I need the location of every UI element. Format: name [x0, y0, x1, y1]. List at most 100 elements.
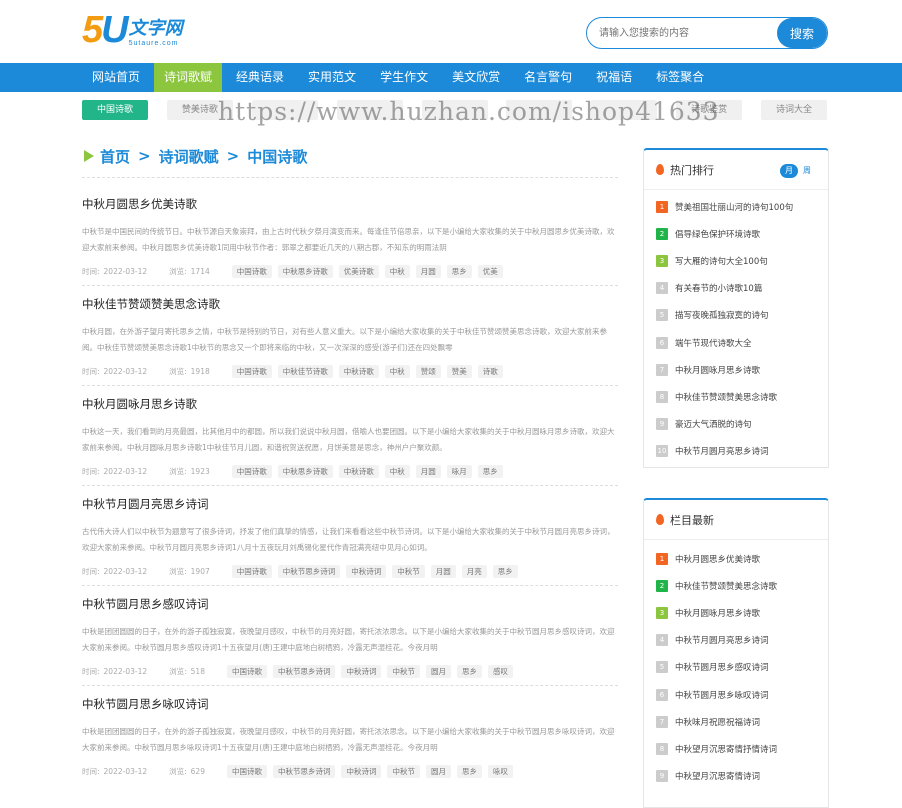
article-tag[interactable]: 中秋节思乡诗词: [272, 664, 336, 678]
article-title[interactable]: 中秋节圆月思乡咏叹诗词: [82, 696, 618, 712]
rank-list-item[interactable]: 6 端午节现代诗歌大全: [656, 329, 828, 356]
article-title[interactable]: 中秋月圆咏月思乡诗歌: [82, 396, 618, 412]
rank-list-item[interactable]: 9 豪迈大气洒脱的诗句: [656, 411, 828, 438]
article-tag[interactable]: 中秋节: [387, 664, 420, 678]
rank-item-title[interactable]: 中秋月圆咏月思乡诗歌: [675, 364, 760, 376]
breadcrumb-current[interactable]: 中国诗歌: [247, 146, 307, 167]
rank-list-item[interactable]: 3 中秋月圆咏月思乡诗歌: [656, 599, 828, 626]
rank-list-item[interactable]: 5 描写夜晚孤独寂寞的诗句: [656, 302, 828, 329]
article-tag[interactable]: 中秋思乡诗歌: [277, 464, 333, 478]
rank-item-title[interactable]: 中秋佳节赞颂赞美思念诗歌: [675, 580, 777, 592]
article-tag[interactable]: 中秋节思乡诗词: [272, 764, 336, 778]
subnav-item[interactable]: [336, 100, 403, 120]
rank-item-title[interactable]: 中秋节月圆月亮思乡诗词: [675, 445, 769, 457]
article-tag[interactable]: 中秋佳节诗歌: [277, 364, 333, 378]
article-tag[interactable]: 中秋节思乡诗词: [277, 564, 341, 578]
article-tag[interactable]: 中秋诗词: [341, 764, 382, 778]
article-tag[interactable]: 中秋节: [387, 764, 420, 778]
subnav-item[interactable]: 诗歌鉴赏: [676, 100, 743, 120]
article-tag[interactable]: 思乡: [456, 764, 482, 778]
article-tag[interactable]: 感叹: [487, 664, 513, 678]
rank-list-item[interactable]: 1 中秋月圆思乡优美诗歌: [656, 545, 828, 572]
search-button[interactable]: 搜索: [777, 18, 827, 48]
article-tag[interactable]: 中国诗歌: [226, 664, 267, 678]
rank-item-title[interactable]: 中秋月圆思乡优美诗歌: [675, 553, 760, 565]
rank-list-item[interactable]: 9 中秋望月沉思寄情诗词: [656, 763, 828, 790]
article-tag[interactable]: 思乡: [446, 264, 472, 278]
article-tag[interactable]: 思乡: [477, 464, 503, 478]
rank-list-item[interactable]: 2 中秋佳节赞颂赞美思念诗歌: [656, 572, 828, 599]
article-title[interactable]: 中秋节月圆月亮思乡诗词: [82, 496, 618, 512]
subnav-item[interactable]: 赞美诗歌: [166, 100, 233, 120]
rank-item-title[interactable]: 写大雁的诗句大全100句: [675, 255, 768, 267]
subnav-item[interactable]: [506, 100, 573, 120]
rank-list-item[interactable]: 8 中秋望月沉思寄情抒情诗词: [656, 735, 828, 762]
nav-item[interactable]: 标签聚合: [646, 63, 714, 92]
nav-item[interactable]: 美文欣赏: [442, 63, 510, 92]
rank-list-item[interactable]: 7 中秋味月祝愿祝福诗词: [656, 708, 828, 735]
breadcrumb-home[interactable]: 首页: [100, 146, 130, 167]
article-title[interactable]: 中秋佳节赞颂赞美思念诗歌: [82, 296, 618, 312]
rank-list-item[interactable]: 6 中秋节圆月思乡咏叹诗词: [656, 681, 828, 708]
article-tag[interactable]: 月圆: [415, 464, 441, 478]
subnav-item[interactable]: 中国诗歌: [82, 100, 148, 120]
article-tag[interactable]: 中国诗歌: [231, 264, 272, 278]
rank-item-title[interactable]: 有关春节的小诗歌10篇: [675, 282, 762, 294]
article-tag[interactable]: 中秋诗歌: [338, 364, 379, 378]
rank-item-title[interactable]: 端午节现代诗歌大全: [675, 337, 752, 349]
article-tag[interactable]: 中秋: [384, 364, 410, 378]
nav-item[interactable]: 实用范文: [298, 63, 366, 92]
rank-item-title[interactable]: 中秋望月沉思寄情抒情诗词: [675, 743, 777, 755]
search-input[interactable]: [587, 18, 777, 48]
tab-week[interactable]: 周: [798, 164, 816, 178]
rank-list-item[interactable]: 5 中秋节圆月思乡感叹诗词: [656, 654, 828, 681]
article-tag[interactable]: 思乡: [492, 564, 518, 578]
subnav-item[interactable]: [251, 100, 318, 120]
rank-list-item[interactable]: 4 中秋节月圆月亮思乡诗词: [656, 627, 828, 654]
article-tag[interactable]: 中秋诗词: [341, 664, 382, 678]
article-tag[interactable]: 中国诗歌: [231, 564, 272, 578]
rank-item-title[interactable]: 中秋佳节赞颂赞美思念诗歌: [675, 391, 777, 403]
article-tag[interactable]: 中秋节: [392, 564, 425, 578]
nav-item[interactable]: 网站首页: [82, 63, 150, 92]
breadcrumb-category[interactable]: 诗词歌赋: [159, 146, 219, 167]
article-tag[interactable]: 咏叹: [487, 764, 513, 778]
nav-item[interactable]: 学生作文: [370, 63, 438, 92]
rank-list-item[interactable]: 4 有关春节的小诗歌10篇: [656, 275, 828, 302]
subnav-item[interactable]: [591, 100, 658, 120]
article-title[interactable]: 中秋节圆月思乡感叹诗词: [82, 596, 618, 612]
article-tag[interactable]: 中国诗歌: [231, 364, 272, 378]
rank-item-title[interactable]: 中秋节月圆月亮思乡诗词: [675, 634, 769, 646]
article-tag[interactable]: 圆月: [425, 664, 451, 678]
article-tag[interactable]: 思乡: [456, 664, 482, 678]
article-tag[interactable]: 中秋诗词: [346, 564, 387, 578]
article-tag[interactable]: 中秋: [384, 264, 410, 278]
article-tag[interactable]: 优美诗歌: [338, 264, 379, 278]
article-title[interactable]: 中秋月圆思乡优美诗歌: [82, 196, 618, 212]
nav-item[interactable]: 名言警句: [514, 63, 582, 92]
rank-item-title[interactable]: 描写夜晚孤独寂寞的诗句: [675, 309, 769, 321]
rank-item-title[interactable]: 中秋节圆月思乡感叹诗词: [675, 661, 769, 673]
rank-list-item[interactable]: 2 倡导绿色保护环境诗歌: [656, 220, 828, 247]
rank-item-title[interactable]: 豪迈大气洒脱的诗句: [675, 418, 752, 430]
article-tag[interactable]: 中国诗歌: [231, 464, 272, 478]
rank-list-item[interactable]: 10 中秋节月圆月亮思乡诗词: [656, 438, 828, 465]
rank-list-item[interactable]: 3 写大雁的诗句大全100句: [656, 247, 828, 274]
nav-item[interactable]: 诗词歌赋: [154, 63, 223, 92]
rank-item-title[interactable]: 中秋望月沉思寄情诗词: [675, 770, 760, 782]
site-logo[interactable]: 5U 文字网 5utaure.com: [82, 11, 183, 49]
nav-item[interactable]: 经典语录: [226, 63, 294, 92]
nav-item[interactable]: 祝福语: [586, 63, 642, 92]
article-tag[interactable]: 中秋思乡诗歌: [277, 264, 333, 278]
rank-item-title[interactable]: 赞美祖国壮丽山河的诗句100句: [675, 201, 793, 213]
rank-list-item[interactable]: 7 中秋月圆咏月思乡诗歌: [656, 356, 828, 383]
subnav-item[interactable]: 诗词大全: [761, 100, 827, 120]
article-tag[interactable]: 月亮: [461, 564, 487, 578]
rank-item-title[interactable]: 倡导绿色保护环境诗歌: [675, 228, 760, 240]
rank-item-title[interactable]: 中秋月圆咏月思乡诗歌: [675, 607, 760, 619]
article-tag[interactable]: 赞颂: [415, 364, 441, 378]
article-tag[interactable]: 优美: [477, 264, 503, 278]
rank-item-title[interactable]: 中秋味月祝愿祝福诗词: [675, 716, 760, 728]
article-tag[interactable]: 圆月: [425, 764, 451, 778]
article-tag[interactable]: 诗歌: [477, 364, 503, 378]
